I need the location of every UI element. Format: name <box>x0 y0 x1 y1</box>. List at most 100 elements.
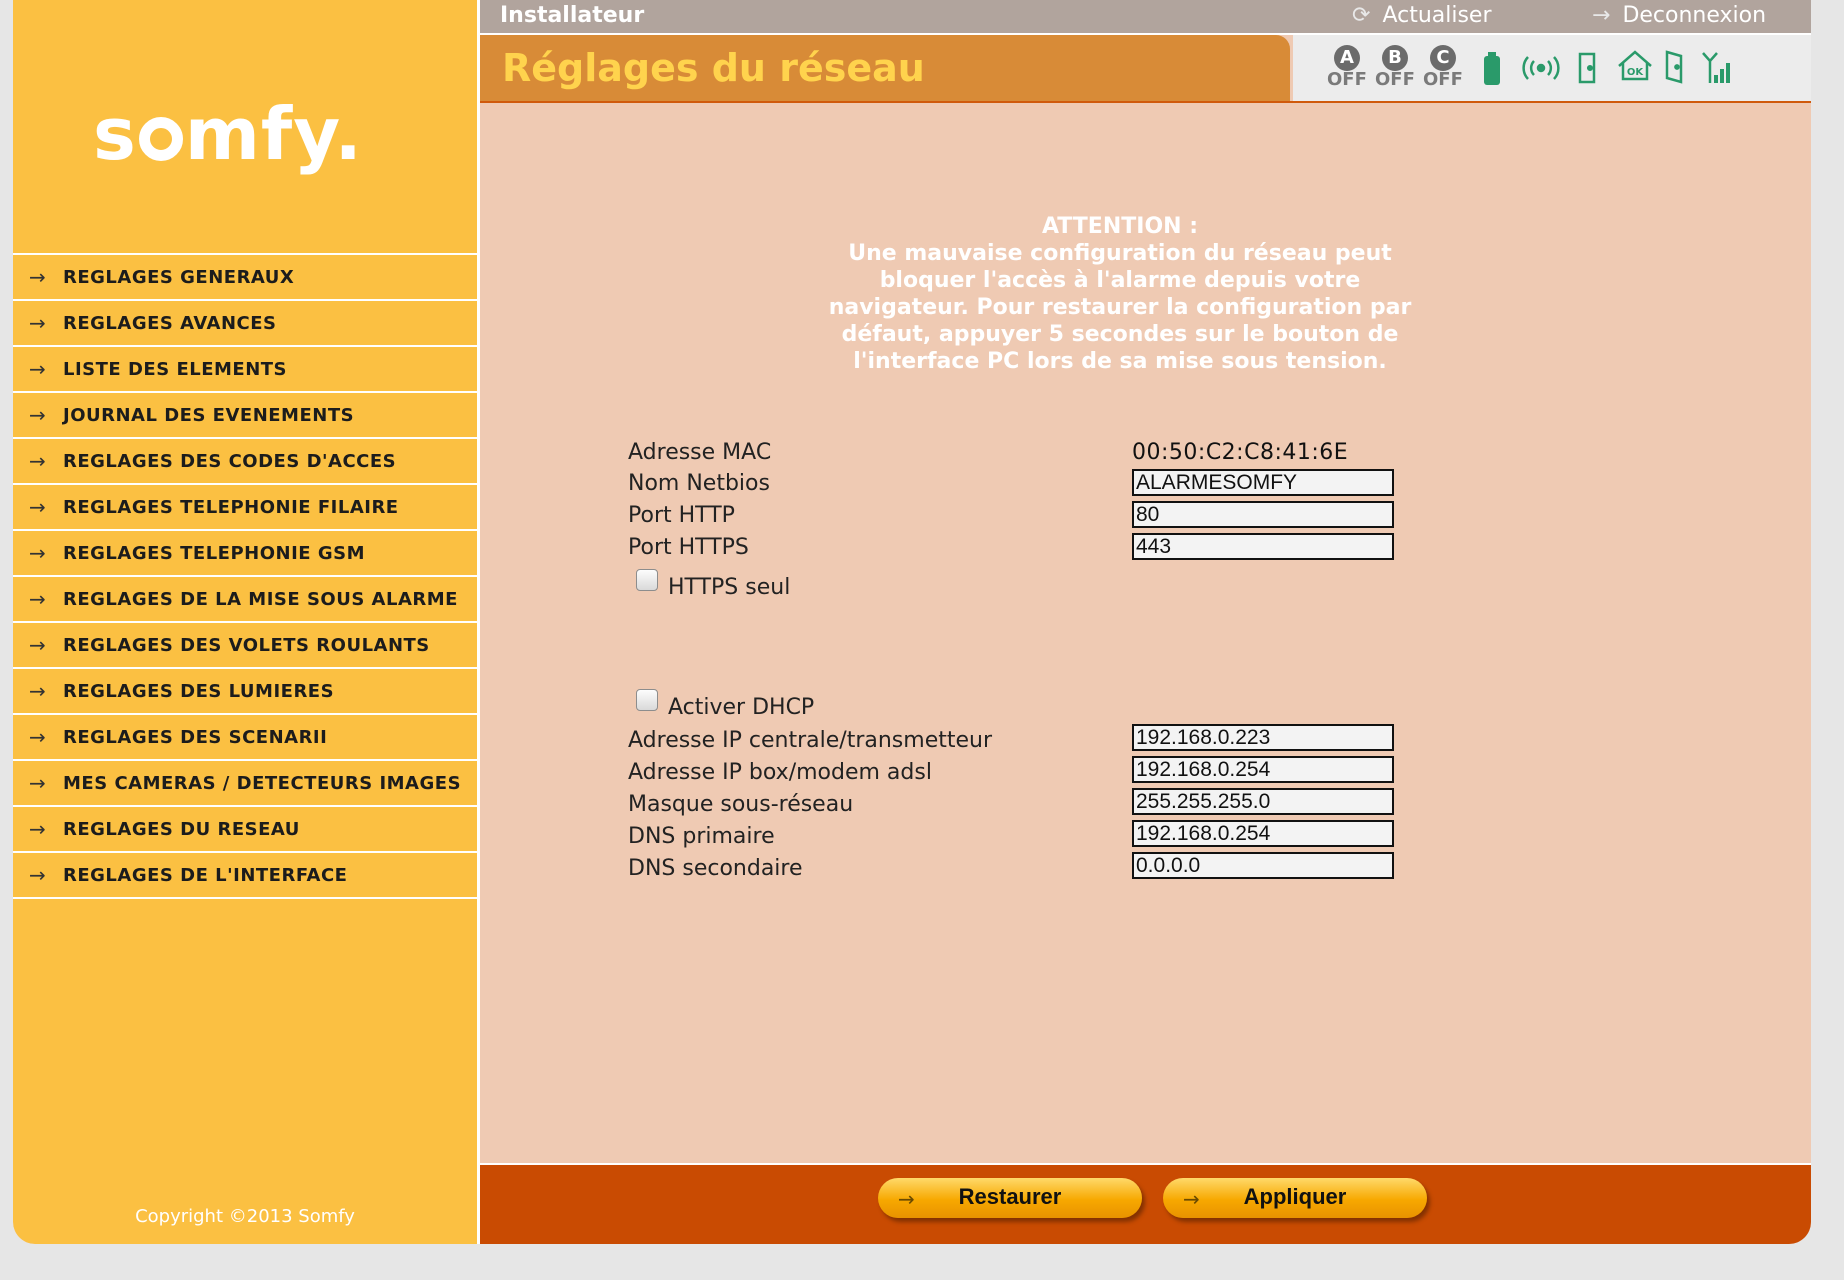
zone-c-status: C OFF <box>1423 45 1463 90</box>
logout-link[interactable]: → Deconnexion <box>1592 3 1766 28</box>
arrow-right-icon: → <box>29 495 46 519</box>
zone-c-state: OFF <box>1423 69 1463 90</box>
sidebar-item-lumieres[interactable]: → REGLAGES DES LUMIERES <box>13 669 477 715</box>
dns-primary-input[interactable] <box>1132 820 1394 847</box>
zone-b-icon: B <box>1381 45 1408 71</box>
page-title: Réglages du réseau <box>502 46 925 90</box>
https-port-input[interactable] <box>1132 533 1394 560</box>
zone-c-icon: C <box>1429 45 1456 71</box>
refresh-icon: ⟳ <box>1352 3 1371 28</box>
arrow-right-icon: → <box>29 311 46 335</box>
apply-button-label: Appliquer <box>1243 1184 1347 1209</box>
sidebar-item-telephonie-gsm[interactable]: → REGLAGES TELEPHONIE GSM <box>13 531 477 577</box>
top-bar: Installateur ⟳ Actualiser → Deconnexion <box>480 0 1811 35</box>
sidebar-item-reglages-avances[interactable]: → REGLAGES AVANCES <box>13 301 477 347</box>
svg-text:OK: OK <box>1627 67 1645 78</box>
mac-value: 00:50:C2:C8:41:6E <box>1132 440 1349 465</box>
status-bar: A OFF B OFF C OFF OK <box>1293 35 1811 103</box>
door-sensor-icon <box>1578 52 1596 84</box>
arrow-right-icon: → <box>29 587 46 611</box>
subnet-mask-input[interactable] <box>1132 788 1394 815</box>
arrow-right-icon: → <box>29 725 46 749</box>
ip-box-label: Adresse IP box/modem adsl <box>628 760 932 785</box>
ip-central-label: Adresse IP centrale/transmetteur <box>628 728 993 753</box>
arrow-right-icon: → <box>1592 3 1611 28</box>
sidebar-item-label: JOURNAL DES EVENEMENTS <box>63 404 355 426</box>
netbios-input[interactable] <box>1132 469 1394 496</box>
sidebar-item-scenarii[interactable]: → REGLAGES DES SCENARII <box>13 715 477 761</box>
arrow-right-icon: → <box>29 679 46 703</box>
dns-primary-label: DNS primaire <box>628 824 775 849</box>
logout-label: Deconnexion <box>1622 3 1767 28</box>
house-ok-icon: OK <box>1618 50 1652 81</box>
zone-a-status: A OFF <box>1327 45 1367 90</box>
title-bar: Réglages du réseau <box>480 35 1290 103</box>
arrow-right-icon: → <box>29 541 46 565</box>
gsm-signal-icon <box>1702 52 1730 83</box>
apply-button[interactable]: → Appliquer <box>1163 1178 1427 1218</box>
https-only-checkbox[interactable] <box>636 569 658 591</box>
refresh-label: Actualiser <box>1382 3 1492 28</box>
zone-b-status: B OFF <box>1375 45 1415 90</box>
arrow-right-icon: → <box>29 449 46 473</box>
door-open-icon <box>1665 50 1683 84</box>
ip-central-input[interactable] <box>1132 724 1394 751</box>
arrow-right-icon: → <box>29 633 46 657</box>
sidebar-item-label: LISTE DES ELEMENTS <box>63 358 288 380</box>
sidebar-item-telephonie-filaire[interactable]: → REGLAGES TELEPHONIE FILAIRE <box>13 485 477 531</box>
dns-secondary-input[interactable] <box>1132 852 1394 879</box>
sidebar: s mfy. → REGLAGES GENERAUX → REGLAGES AVANC… <box>13 0 480 1244</box>
sidebar-nav: → REGLAGES GENERAUX → REGLAGES AVANCES → LI… <box>13 253 477 899</box>
ip-box-input[interactable] <box>1132 756 1394 783</box>
zone-b-state: OFF <box>1375 69 1415 90</box>
http-port-label: Port HTTP <box>628 503 735 528</box>
arrow-right-icon: → <box>29 403 46 427</box>
https-only-label: HTTPS seul <box>668 575 791 600</box>
somfy-logo: s mfy. <box>93 92 363 176</box>
user-role: Installateur <box>500 3 645 28</box>
sidebar-item-cameras[interactable]: → MES CAMERAS / DETECTEURS IMAGES <box>13 761 477 807</box>
sidebar-item-label: REGLAGES DES LUMIERES <box>63 680 335 702</box>
sidebar-item-label: REGLAGES DU RESEAU <box>63 818 300 840</box>
http-port-input[interactable] <box>1132 501 1394 528</box>
sidebar-item-label: REGLAGES DES VOLETS ROULANTS <box>63 634 430 656</box>
dns-secondary-label: DNS secondaire <box>628 856 803 881</box>
restore-button[interactable]: → Restaurer <box>878 1178 1142 1218</box>
arrow-right-icon: → <box>29 357 46 381</box>
sidebar-item-reseau[interactable]: → REGLAGES DU RESEAU <box>13 807 477 853</box>
sidebar-item-codes-acces[interactable]: → REGLAGES DES CODES D'ACCES <box>13 439 477 485</box>
dhcp-checkbox[interactable] <box>636 689 658 711</box>
sidebar-item-label: REGLAGES DES SCENARII <box>63 726 328 748</box>
mac-label: Adresse MAC <box>628 440 772 465</box>
sidebar-item-label: REGLAGES DES CODES D'ACCES <box>63 450 397 472</box>
refresh-link[interactable]: ⟳ Actualiser <box>1352 3 1492 28</box>
arrow-right-icon: → <box>29 265 46 289</box>
app-window: s mfy. → REGLAGES GENERAUX → REGLAGES AVANC… <box>13 0 1811 1244</box>
sidebar-item-label: REGLAGES TELEPHONIE GSM <box>63 542 366 564</box>
sidebar-item-label: MES CAMERAS / DETECTEURS IMAGES <box>63 772 462 794</box>
sidebar-item-label: REGLAGES TELEPHONIE FILAIRE <box>63 496 399 518</box>
dhcp-label: Activer DHCP <box>668 695 815 720</box>
sidebar-item-label: REGLAGES DE L'INTERFACE <box>63 864 348 886</box>
subnet-mask-label: Masque sous-réseau <box>628 792 854 817</box>
main-content: ATTENTION : Une mauvaise configuration d… <box>480 103 1811 1163</box>
arrow-right-icon: → <box>29 817 46 841</box>
arrow-right-icon: → <box>29 863 46 887</box>
footer-bar: → Restaurer → Appliquer <box>480 1163 1811 1244</box>
sidebar-item-liste-elements[interactable]: → LISTE DES ELEMENTS <box>13 347 477 393</box>
arrow-right-icon: → <box>29 771 46 795</box>
sidebar-item-interface[interactable]: → REGLAGES DE L'INTERFACE <box>13 853 477 899</box>
sidebar-item-reglages-generaux[interactable]: → REGLAGES GENERAUX <box>13 255 477 301</box>
radio-signal-icon <box>1522 56 1560 80</box>
sidebar-item-label: REGLAGES AVANCES <box>63 312 277 334</box>
sidebar-item-label: REGLAGES DE LA MISE SOUS ALARME <box>63 588 458 610</box>
sidebar-item-journal-evenements[interactable]: → JOURNAL DES EVENEMENTS <box>13 393 477 439</box>
battery-icon <box>1484 52 1500 85</box>
sidebar-item-mise-sous-alarme[interactable]: → REGLAGES DE LA MISE SOUS ALARME <box>13 577 477 623</box>
copyright-text: Copyright ©2013 Somfy <box>135 1206 355 1227</box>
https-port-label: Port HTTPS <box>628 535 749 560</box>
warning-message: ATTENTION : Une mauvaise configuration d… <box>820 213 1420 375</box>
zone-a-icon: A <box>1333 45 1360 71</box>
sidebar-item-label: REGLAGES GENERAUX <box>63 266 295 288</box>
sidebar-item-volets-roulants[interactable]: → REGLAGES DES VOLETS ROULANTS <box>13 623 477 669</box>
